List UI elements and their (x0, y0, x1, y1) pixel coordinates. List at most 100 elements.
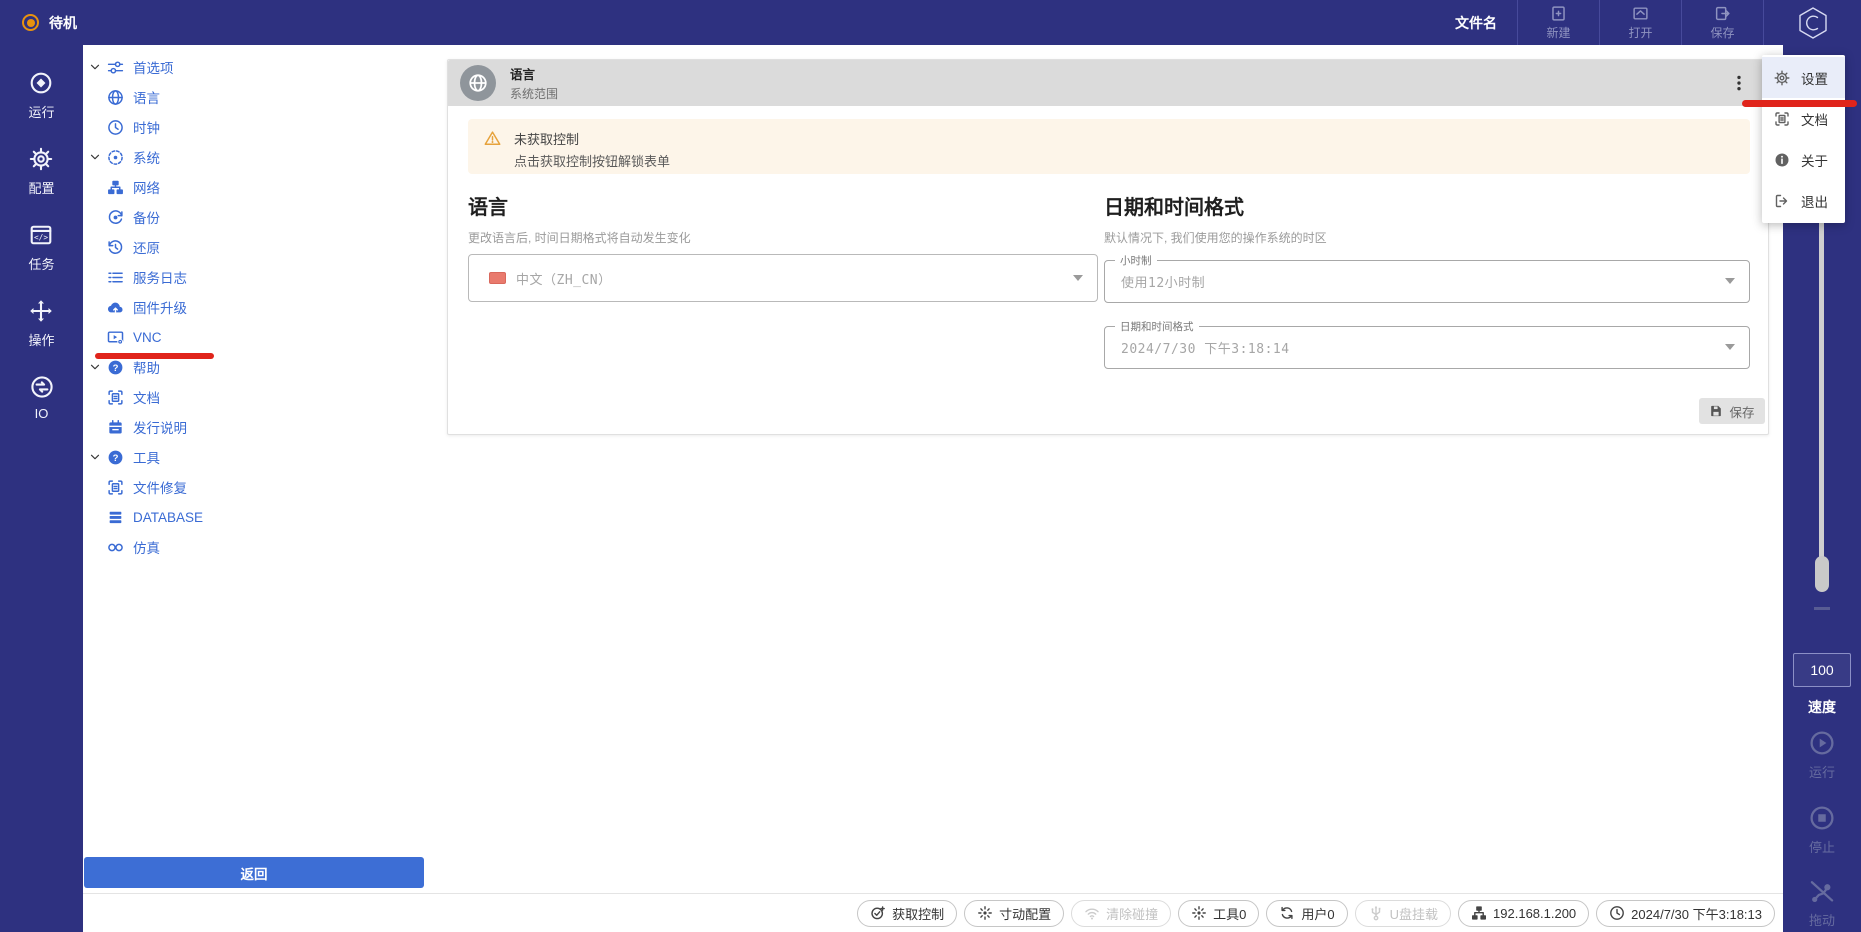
statusbar-chip-clear-collision: 清除碰撞 (1071, 900, 1171, 927)
rail-item-run[interactable]: 运行 (28, 70, 54, 121)
sidebar-item-clock[interactable]: 时钟 (83, 112, 437, 142)
sidebar-item-database[interactable]: DATABASE (83, 502, 437, 532)
right-rail-run-button[interactable]: 运行 (1783, 730, 1861, 781)
chevron-down-icon[interactable] (87, 60, 102, 75)
help-circle-icon: ? (106, 358, 124, 376)
sidebar-item-label: 帮助 (133, 357, 160, 377)
calendar-icon (106, 418, 124, 436)
statusbar-chip-tool0[interactable]: 工具0 (1178, 900, 1259, 927)
language-select-value: 中文（ZH_CN） (516, 269, 612, 288)
sidebar-item-tools[interactable]: ? 工具 (83, 442, 437, 472)
topbar-open-label: 打开 (1628, 24, 1652, 41)
save-button[interactable]: 保存 (1699, 398, 1765, 424)
chevron-down-icon[interactable] (87, 150, 102, 165)
statusbar-chip-label: 清除碰撞 (1106, 904, 1158, 923)
clock-icon (106, 118, 124, 136)
sidebar-item-label: 备份 (133, 207, 160, 227)
statusbar-chip-datetime[interactable]: 2024/7/30 下午3:18:13 (1596, 900, 1775, 927)
app-root: 待机 文件名 新建 打开 保存 运行 配置 </> 任务 操作 IO 首选项 (0, 0, 1861, 932)
sidebar-item-vnc[interactable]: VNC (83, 322, 437, 352)
globe-avatar (460, 65, 496, 101)
svg-text:</>: </> (34, 233, 48, 242)
language-select[interactable]: 中文（ZH_CN） (468, 254, 1098, 302)
sidebar-item-firmware-upgrade[interactable]: 固件升级 (83, 292, 437, 322)
sidebar-item-network[interactable]: 网络 (83, 172, 437, 202)
sidebar-item-file-repair[interactable]: 文件修复 (83, 472, 437, 502)
statusbar-chip-acquire-control[interactable]: 获取控制 (857, 900, 957, 927)
hour-format-value: 使用12小时制 (1121, 272, 1205, 291)
rail-item-label: 操作 (28, 330, 54, 349)
sidebar-item-label: 语言 (133, 87, 160, 107)
datetime-section: 日期和时间格式 默认情况下, 我们使用您的操作系统的时区 (1104, 191, 1750, 246)
datetime-format-select[interactable]: 日期和时间格式 2024/7/30 下午3:18:14 (1104, 319, 1750, 369)
sidebar-item-release-notes[interactable]: 发行说明 (83, 412, 437, 442)
acquire-control-icon (870, 905, 886, 921)
sidebar-item-preferences[interactable]: 首选项 (83, 52, 437, 82)
topbar-save-button[interactable]: 保存 (1681, 0, 1763, 45)
sidebar-item-label: 文件修复 (133, 477, 187, 497)
jog-icon (1191, 905, 1207, 921)
settings-tree-panel: 首选项 语言 时钟 系统 网络 备份 还原 服务日志 固件升级 VNC (83, 45, 437, 932)
card-subtitle: 系统范围 (510, 85, 558, 102)
statusbar-chip-ip-address[interactable]: 192.168.1.200 (1458, 900, 1589, 927)
sidebar-item-docs[interactable]: 文档 (83, 382, 437, 412)
app-logo[interactable] (1763, 0, 1861, 45)
sidebar-item-restore[interactable]: 还原 (83, 232, 437, 262)
topbar-save-label: 保存 (1710, 24, 1734, 41)
drag-robot-icon (1809, 878, 1835, 904)
statusbar-chip-label: 192.168.1.200 (1493, 906, 1576, 921)
language-section-title: 语言 (468, 191, 1098, 220)
statusbar-chip-jog-config[interactable]: 寸动配置 (964, 900, 1064, 927)
speed-slider-thumb[interactable] (1815, 556, 1829, 592)
chevron-down-icon[interactable] (87, 360, 102, 375)
top-bar: 待机 文件名 新建 打开 保存 (0, 0, 1861, 45)
rail-item-operate[interactable]: 操作 (28, 298, 54, 349)
menu-item-about[interactable]: 关于 (1762, 139, 1845, 180)
sidebar-item-simulation[interactable]: 仿真 (83, 532, 437, 562)
chevron-down-icon[interactable] (87, 450, 102, 465)
vnc-annotation-underline (95, 353, 214, 359)
sidebar-item-system[interactable]: 系统 (83, 142, 437, 172)
rail-item-label: 运行 (28, 102, 54, 121)
statusbar-chip-label: 工具0 (1213, 904, 1246, 923)
help-circle-icon: ? (106, 448, 124, 466)
network-icon (106, 178, 124, 196)
new-file-icon (1550, 5, 1567, 22)
right-rail-drag-button[interactable]: 拖动 (1783, 878, 1861, 929)
rail-item-tasks[interactable]: </> 任务 (28, 222, 54, 273)
sidebar-item-label: 服务日志 (133, 267, 187, 287)
chevron-down-icon (1725, 278, 1735, 284)
kebab-menu-icon[interactable] (1728, 72, 1750, 94)
statusbar-chip-user0[interactable]: 用户0 (1266, 900, 1347, 927)
doc-frame-icon (106, 478, 124, 496)
menu-item-exit[interactable]: 退出 (1762, 180, 1845, 221)
sidebar-item-label: DATABASE (133, 510, 203, 525)
sidebar-item-label: 首选项 (133, 57, 174, 77)
status-indicator-icon (22, 14, 39, 31)
right-rail-stop-button[interactable]: 停止 (1783, 805, 1861, 856)
sidebar-item-backup[interactable]: 备份 (83, 202, 437, 232)
topbar-open-button[interactable]: 打开 (1599, 0, 1681, 45)
back-button[interactable]: 返回 (84, 857, 424, 888)
collision-icon (1084, 905, 1100, 921)
datetime-format-value: 2024/7/30 下午3:18:14 (1121, 338, 1290, 357)
rail-item-io[interactable]: IO (30, 374, 54, 422)
menu-item-settings[interactable]: 设置 (1762, 57, 1845, 98)
topbar-new-button[interactable]: 新建 (1517, 0, 1599, 45)
io-swap-icon (30, 374, 54, 399)
rail-item-config[interactable]: 配置 (28, 146, 54, 197)
database-icon (106, 508, 124, 526)
language-section: 语言 更改语言后, 时间日期格式将自动发生变化 (468, 191, 1098, 246)
sidebar-item-service-log[interactable]: 服务日志 (83, 262, 437, 292)
hour-format-select[interactable]: 小时制 使用12小时制 (1104, 253, 1750, 303)
info-circle-icon (1773, 151, 1790, 168)
filename-label: 文件名 (1455, 13, 1497, 33)
globe-icon (468, 73, 488, 93)
hour-format-inner: 使用12小时制 (1105, 266, 1749, 296)
datetime-format-inner: 2024/7/30 下午3:18:14 (1105, 332, 1749, 362)
sidebar-item-language[interactable]: 语言 (83, 82, 437, 112)
statusbar-chip-label: 2024/7/30 下午3:18:13 (1631, 904, 1762, 923)
statusbar-chip-usb-mount: U盘挂载 (1355, 900, 1451, 927)
menu-item-label: 文档 (1801, 109, 1828, 129)
save-button-label: 保存 (1729, 402, 1754, 421)
